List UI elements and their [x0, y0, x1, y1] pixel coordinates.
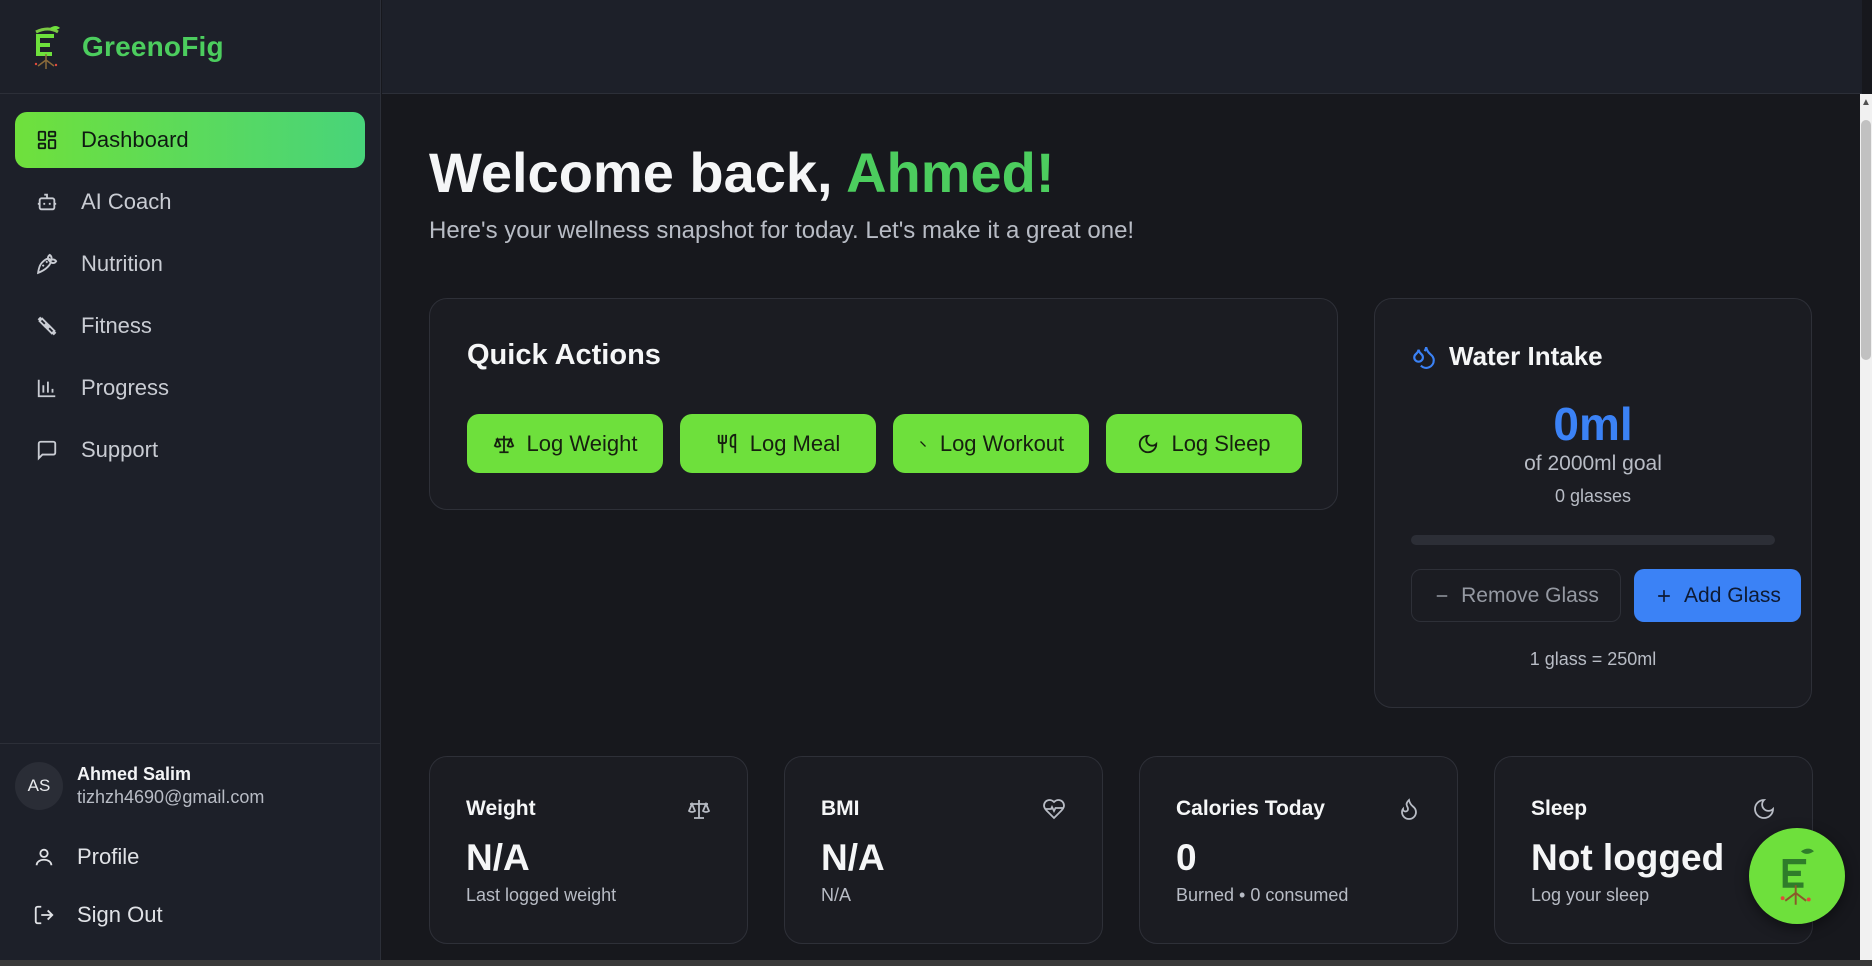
sidebar-item-label: Progress [81, 375, 170, 400]
droplets-icon [1413, 346, 1435, 369]
bmi-stat-card: BMI N/A N/A [784, 756, 1103, 944]
sidebar-item-dashboard[interactable]: Dashboard [15, 112, 365, 168]
stat-label: Sleep [1531, 797, 1588, 820]
moon-icon [1139, 434, 1158, 453]
stat-value: 0 [1176, 837, 1197, 878]
calories-stat-card: Calories Today 0 Burned • 0 consumed [1139, 756, 1458, 944]
dumbbell-icon [919, 440, 926, 447]
brand[interactable]: GreenoFig [0, 0, 380, 94]
stat-label: Calories Today [1176, 797, 1325, 820]
bar-chart-icon [35, 376, 59, 400]
heart-pulse-icon [1043, 799, 1065, 820]
window-bottom-edge [0, 960, 1872, 966]
sidebar-item-ai-coach[interactable]: AI Coach [15, 174, 365, 230]
stat-value: N/A [466, 837, 530, 878]
sidebar-item-progress[interactable]: Progress [15, 360, 365, 416]
main-nav: Dashboard AI Coach Nutrition Fitness Pro… [0, 94, 380, 478]
log-weight-button[interactable]: Log Weight [467, 414, 663, 473]
scrollbar-thumb[interactable] [1861, 120, 1871, 360]
user-email: tizhzh4690@gmail.com [77, 787, 265, 807]
user-card: AS Ahmed Salim tizhzh4690@gmail.com [15, 762, 365, 810]
carrot-icon [35, 252, 59, 276]
sidebar-item-label: Dashboard [81, 127, 189, 152]
water-progress-bar [1411, 535, 1775, 545]
sidebar-item-label: AI Coach [81, 189, 172, 214]
quick-actions-title: Quick Actions [467, 339, 661, 371]
water-glasses-count: 0 glasses [1554, 486, 1632, 506]
greeting-user-name: Ahmed! [846, 141, 1055, 204]
dumbbell-icon [35, 314, 59, 338]
sidebar-item-fitness[interactable]: Fitness [15, 298, 365, 354]
page-title: Welcome back, Ahmed! [429, 140, 1055, 205]
page-subtitle: Here's your wellness snapshot for today.… [429, 217, 1135, 244]
scale-icon [493, 435, 514, 453]
stat-subtext: N/A [821, 885, 852, 905]
moon-icon [1754, 799, 1774, 819]
greenofig-logo-icon [1780, 848, 1814, 905]
sidebar-item-support[interactable]: Support [15, 422, 365, 478]
water-amount: 0ml [1553, 398, 1633, 450]
brand-name: GreenoFig [82, 30, 224, 62]
scroll-up-arrow-icon[interactable]: ▲ [1860, 97, 1872, 111]
stat-label: Weight [466, 797, 536, 820]
water-goal: of 2000ml goal [1524, 452, 1662, 475]
stat-value: Not logged [1531, 837, 1725, 878]
flame-icon [1401, 798, 1417, 820]
account-section: AS Ahmed Salim tizhzh4690@gmail.com Prof… [0, 743, 380, 944]
water-intake-header: Water Intake [1411, 341, 1603, 372]
minus-icon [1436, 594, 1448, 597]
sidebar-item-nutrition[interactable]: Nutrition [15, 236, 365, 292]
log-workout-button[interactable]: Log Workout [893, 414, 1089, 473]
stat-subtext: Last logged weight [466, 885, 617, 905]
log-meal-label: Log Meal [749, 430, 841, 456]
sidebar-item-label: Nutrition [81, 251, 163, 276]
stat-subtext: Log your sleep [1531, 885, 1650, 905]
sidebar-item-label: Fitness [81, 313, 152, 338]
profile-link[interactable]: Profile [15, 828, 365, 886]
stat-value: N/A [821, 837, 885, 878]
user-icon [35, 848, 53, 866]
log-out-icon [34, 905, 54, 925]
sign-out-label: Sign Out [77, 902, 163, 927]
greeting-text: Welcome back, [429, 141, 833, 204]
remove-glass-label: Remove Glass [1461, 583, 1599, 607]
add-glass-button[interactable]: Add Glass [1634, 569, 1801, 622]
user-name: Ahmed Salim [77, 764, 192, 784]
utensils-icon [717, 433, 736, 453]
weight-stat-card: Weight N/A Last logged weight [429, 756, 748, 944]
log-meal-button[interactable]: Log Meal [680, 414, 876, 473]
bot-icon [35, 190, 59, 214]
water-intake-title: Water Intake [1449, 341, 1603, 371]
log-workout-label: Log Workout [939, 430, 1065, 456]
remove-glass-button[interactable]: Remove Glass [1411, 569, 1621, 622]
water-intake-card: Water Intake 0ml of 2000ml goal 0 glasse… [1374, 298, 1812, 708]
stat-subtext: Burned • 0 consumed [1176, 885, 1349, 905]
sign-out-button[interactable]: Sign Out [15, 886, 365, 944]
avatar: AS [15, 762, 63, 810]
scale-icon [687, 800, 711, 819]
add-glass-label: Add Glass [1684, 583, 1781, 607]
profile-label: Profile [77, 844, 140, 869]
sidebar-item-label: Support [81, 437, 159, 462]
stat-label: BMI [821, 797, 860, 820]
log-sleep-label: Log Sleep [1171, 430, 1271, 456]
glass-size-note: 1 glass = 250ml [1529, 649, 1657, 669]
quick-actions-card: Quick Actions Log Weight Log Meal Log Wo… [429, 298, 1338, 510]
sidebar: GreenoFig Dashboard AI Coach Nutrition F… [0, 0, 381, 960]
ai-assistant-fab[interactable] [1749, 828, 1845, 924]
greenofig-logo-icon [34, 25, 60, 69]
top-bar [382, 0, 1862, 94]
plus-icon [1658, 589, 1670, 602]
grid-icon [35, 128, 59, 152]
message-icon [35, 438, 59, 462]
log-sleep-button[interactable]: Log Sleep [1106, 414, 1302, 473]
log-weight-label: Log Weight [526, 430, 638, 456]
